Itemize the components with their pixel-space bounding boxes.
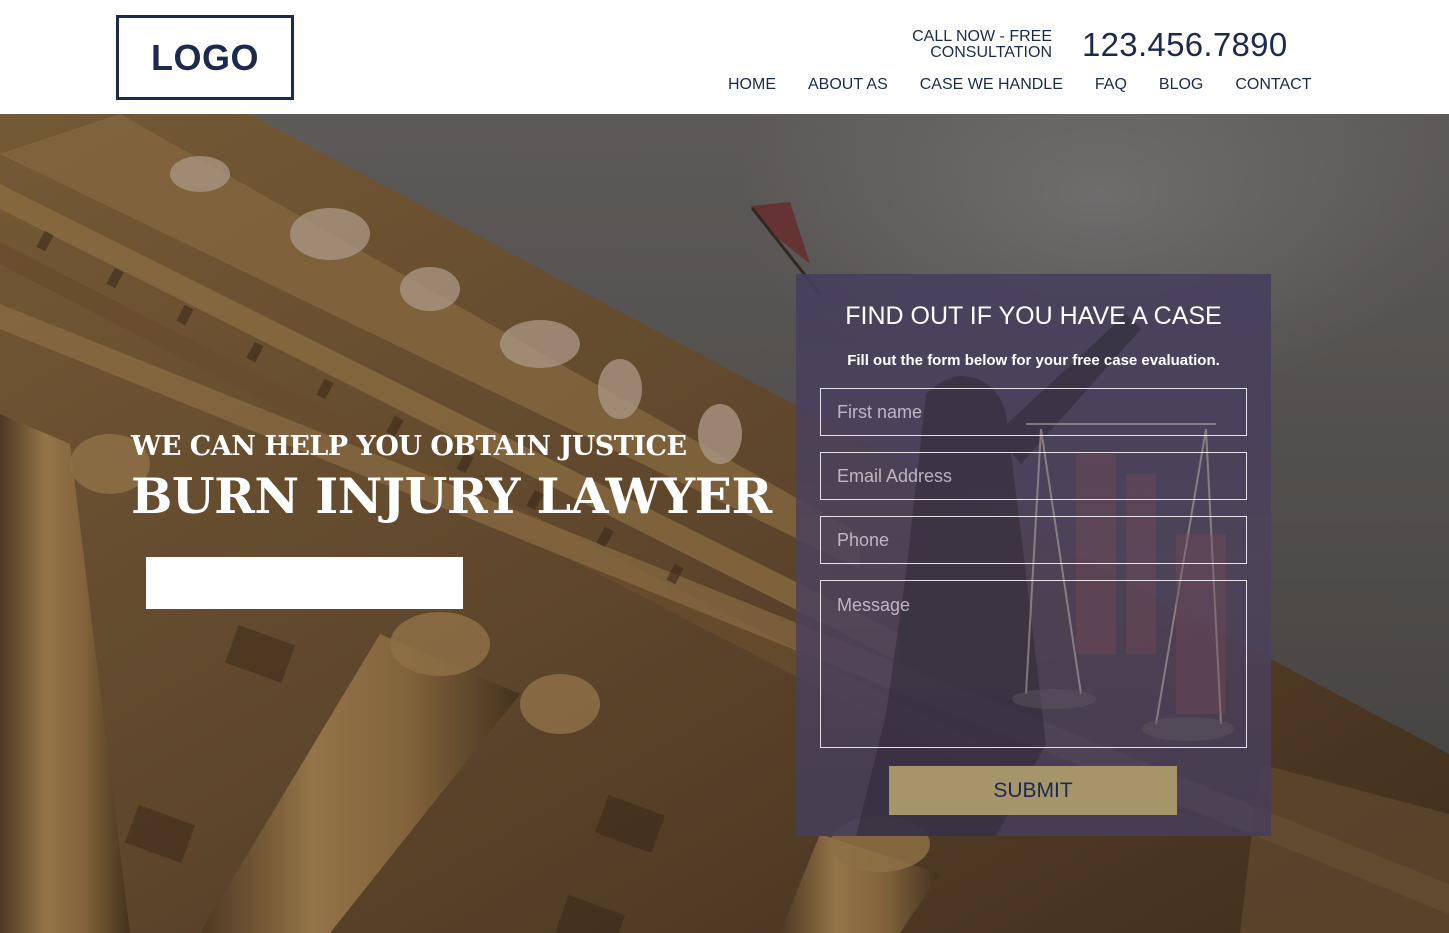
main-nav: HOME ABOUT AS CASE WE HANDLE FAQ BLOG CO… <box>712 74 1328 96</box>
case-evaluation-form: FIND OUT IF YOU HAVE A CASE Fill out the… <box>796 274 1271 836</box>
form-subtitle: Fill out the form below for your free ca… <box>847 352 1220 369</box>
phone-number[interactable]: 123.456.7890 <box>1082 26 1287 64</box>
logo[interactable]: LOGO <box>116 15 294 100</box>
nav-item-home[interactable]: HOME <box>712 74 792 96</box>
hero-title: BURN INJURY LAWYER <box>131 467 772 525</box>
first-name-input[interactable] <box>820 388 1247 436</box>
call-now-label: CALL NOW - FREE CONSULTATION <box>912 28 1052 61</box>
nav-item-faq[interactable]: FAQ <box>1079 74 1143 96</box>
nav-item-blog[interactable]: BLOG <box>1143 74 1219 96</box>
message-textarea[interactable] <box>820 580 1247 748</box>
email-input[interactable] <box>820 452 1247 500</box>
hero-cta-button[interactable] <box>146 557 463 609</box>
nav-item-about[interactable]: ABOUT AS <box>792 74 904 96</box>
nav-item-contact[interactable]: CONTACT <box>1219 74 1327 96</box>
nav-item-cases[interactable]: CASE WE HANDLE <box>904 74 1079 96</box>
submit-button[interactable]: SUBMIT <box>889 766 1177 815</box>
logo-text: LOGO <box>151 36 259 78</box>
phone-input[interactable] <box>820 516 1247 564</box>
form-title: FIND OUT IF YOU HAVE A CASE <box>845 302 1222 330</box>
site-header: LOGO CALL NOW - FREE CONSULTATION 123.45… <box>0 0 1449 114</box>
hero-tagline: WE CAN HELP YOU OBTAIN JUSTICE <box>131 431 687 462</box>
